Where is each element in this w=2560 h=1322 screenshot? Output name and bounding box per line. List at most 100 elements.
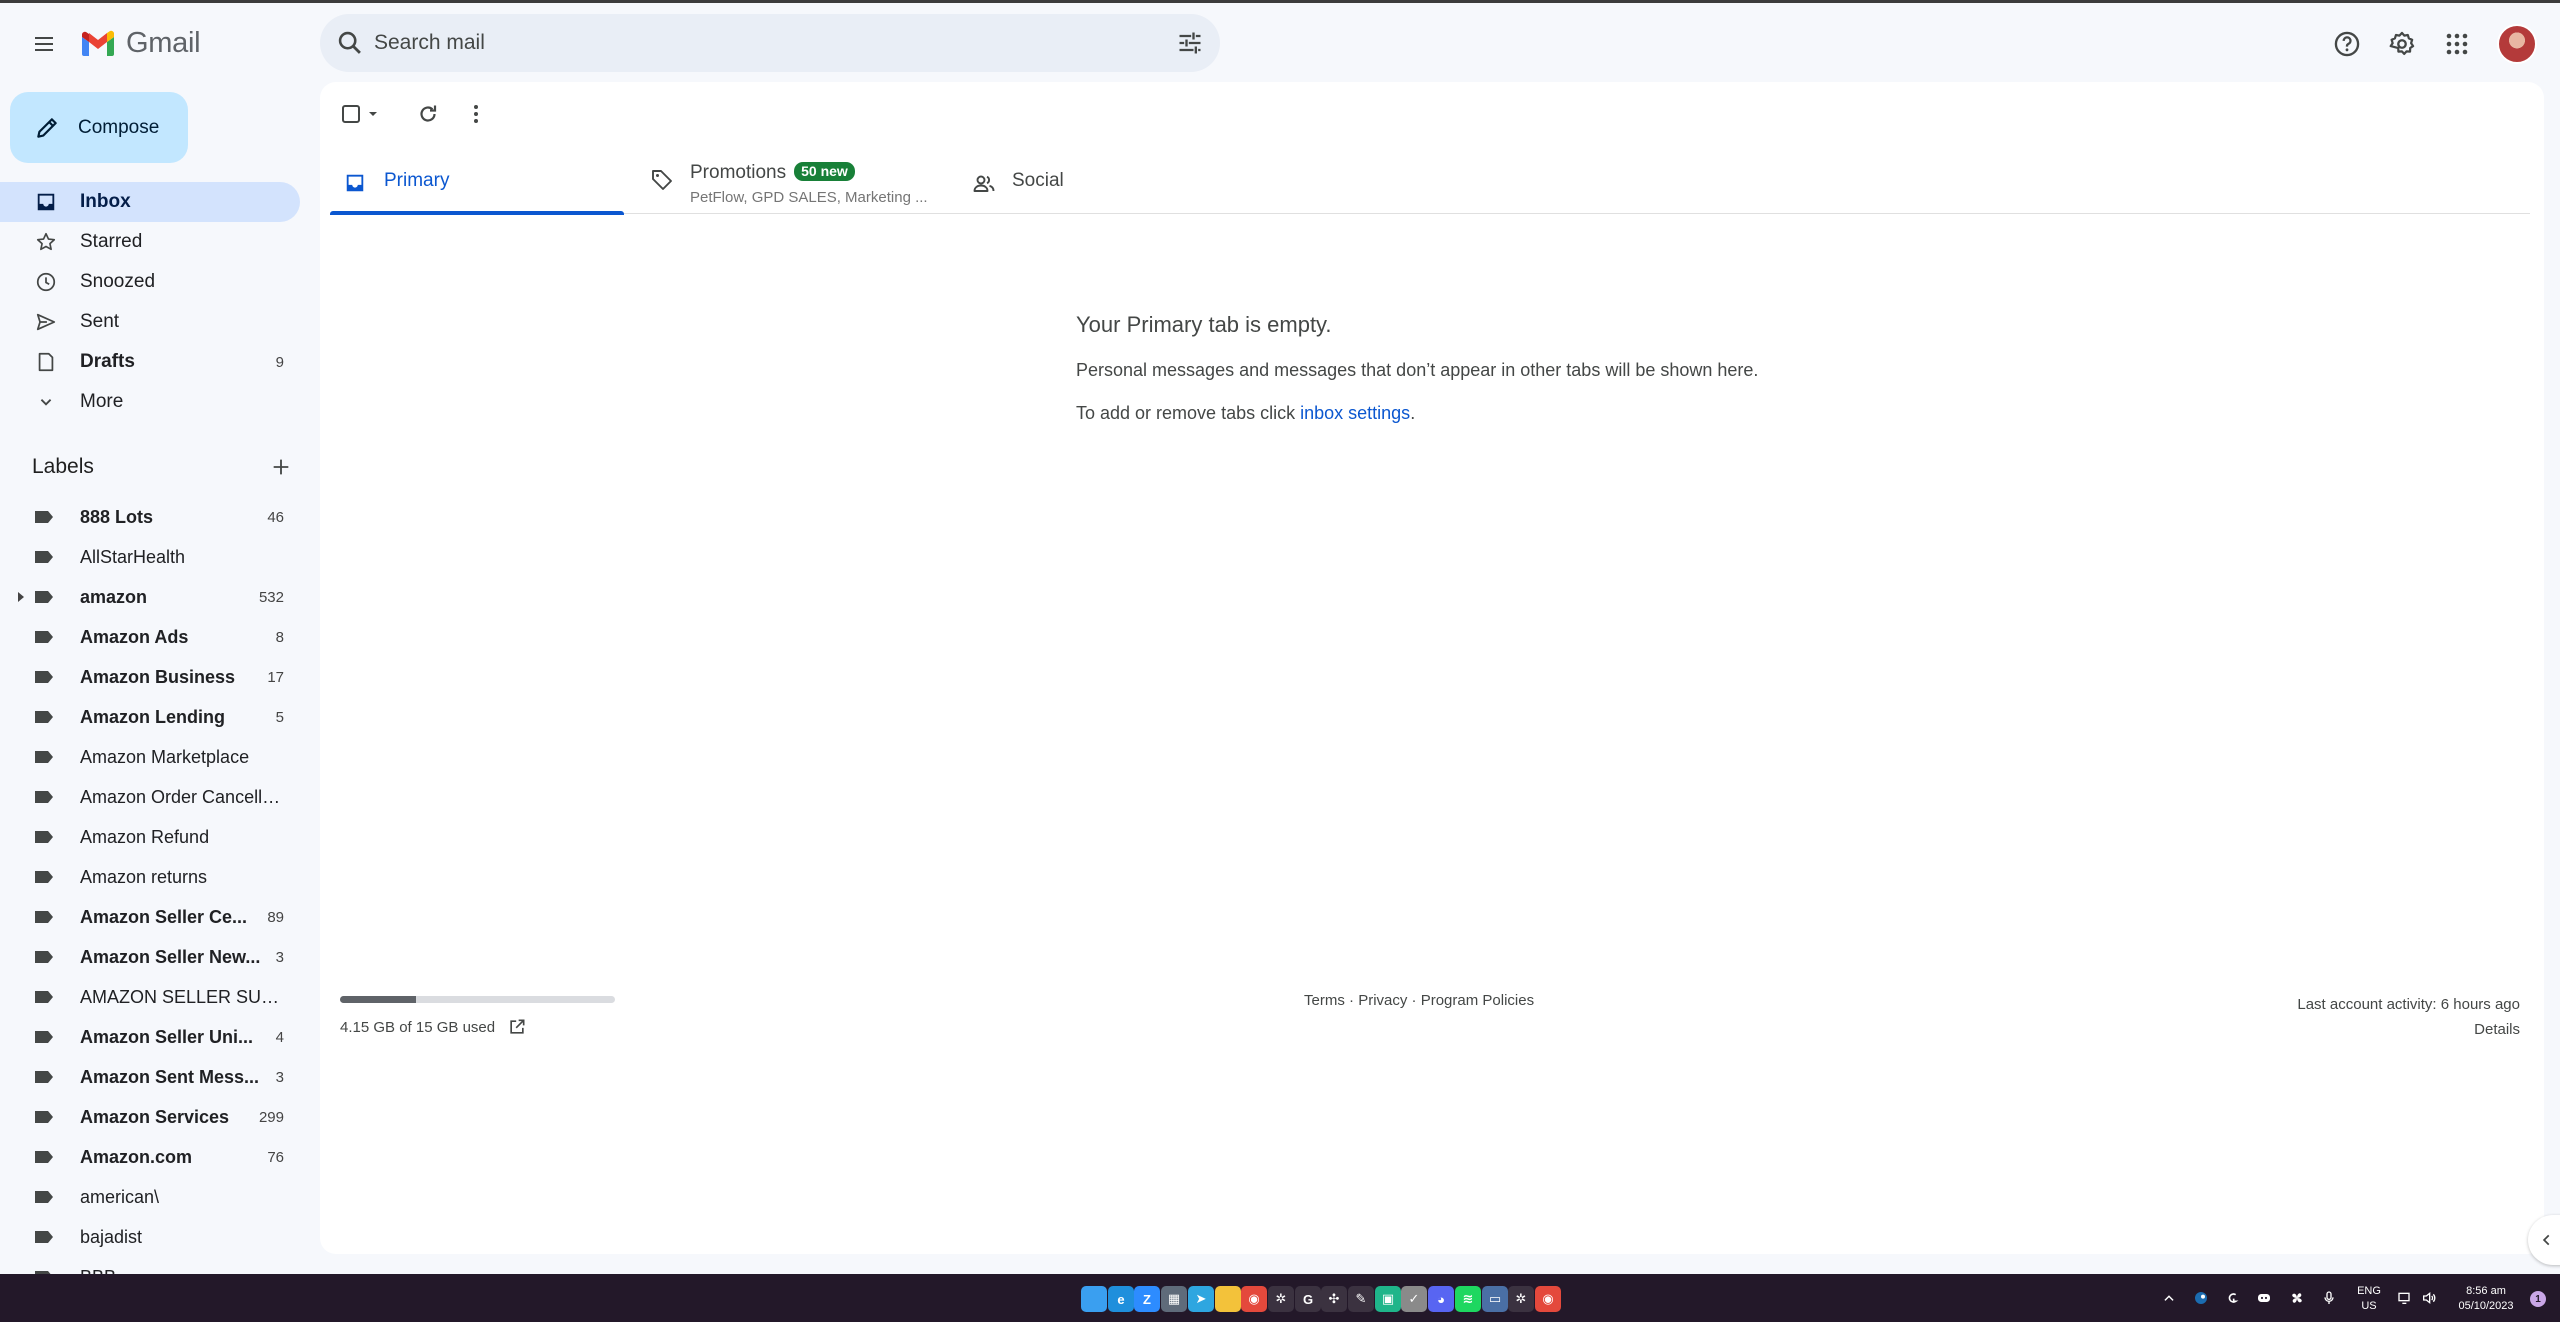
clock[interactable]: 8:56 am 05/10/2023 [2446, 1284, 2526, 1314]
fan-tray-icon[interactable] [2288, 1289, 2306, 1307]
pencil-icon [37, 117, 57, 138]
label-name: 888 Lots [80, 506, 154, 527]
more-options-button[interactable] [464, 102, 488, 126]
green-app-icon[interactable]: ▣ [1375, 1286, 1401, 1312]
gmail-logo[interactable]: Gmail [80, 26, 201, 60]
expand-caret-icon[interactable] [18, 592, 24, 602]
label-item[interactable]: Amazon Seller Ce... 89 [0, 897, 300, 937]
label-item[interactable]: Amazon Sent Mess... 3 [0, 1057, 300, 1097]
calculator-icon[interactable]: ▦ [1161, 1286, 1187, 1312]
edge-icon[interactable]: e [1108, 1286, 1134, 1312]
label-item[interactable]: AMAZON SELLER SUPP... [0, 977, 300, 1017]
compose-button[interactable]: Compose [10, 92, 188, 163]
label-item[interactable]: Amazon Order Cancella... [0, 777, 300, 817]
hint-suffix: . [1410, 403, 1416, 423]
add-label-icon[interactable] [270, 456, 292, 478]
tab-social[interactable]: Social [970, 152, 1270, 214]
account-avatar[interactable] [2497, 24, 2537, 64]
google-apps-button[interactable] [2437, 24, 2477, 64]
nav-starred[interactable]: Starred [0, 222, 300, 262]
windows-start-icon[interactable] [1081, 1286, 1107, 1312]
labels-header: Labels [32, 455, 292, 479]
inbox-icon [346, 174, 364, 192]
nav-inbox[interactable]: Inbox [0, 182, 300, 222]
label-tag-icon [35, 951, 53, 963]
search-input[interactable] [374, 14, 1154, 72]
label-item[interactable]: Amazon Seller New... 3 [0, 937, 300, 977]
checkbox-app-icon[interactable]: ✓ [1401, 1286, 1427, 1312]
discord-icon[interactable]: ◕ [1428, 1286, 1454, 1312]
spotify-icon[interactable]: ≋ [1455, 1286, 1481, 1312]
send-icon [34, 310, 58, 334]
label-item[interactable]: AllStarHealth [0, 537, 300, 577]
support-button[interactable] [2327, 24, 2367, 64]
label-tag-icon [35, 991, 53, 1003]
open-in-new-icon[interactable] [507, 1017, 527, 1037]
fan-app-icon[interactable]: ✣ [1321, 1286, 1347, 1312]
empty-title: Your Primary tab is empty. [1076, 312, 1332, 337]
nav-drafts[interactable]: Drafts 9 [0, 342, 300, 382]
language-indicator[interactable]: ENG US [2354, 1284, 2384, 1314]
nav-sent[interactable]: Sent [0, 302, 300, 342]
steam-tray-icon[interactable] [2192, 1289, 2210, 1307]
file-explorer-icon[interactable] [1215, 1286, 1241, 1312]
app-title: Gmail [126, 26, 201, 59]
discord-tray-icon[interactable] [2255, 1289, 2273, 1307]
search-icon[interactable] [336, 29, 364, 57]
label-item[interactable]: Amazon Marketplace [0, 737, 300, 777]
label-item[interactable]: Amazon Business 17 [0, 657, 300, 697]
telegram-icon[interactable]: ➤ [1188, 1286, 1214, 1312]
chrome-profile-icon[interactable]: ◉ [1535, 1286, 1561, 1312]
chrome-icon[interactable]: ◉ [1241, 1286, 1267, 1312]
zoom-icon[interactable]: Z [1134, 1286, 1160, 1312]
tab-primary[interactable]: Primary [330, 152, 624, 215]
windows-taskbar: e Z ▦ ➤ ◉ ✲ G ✣ ✎ ▣ ✓ ◕ ≋ ▭ ✲ ◉ ENG US 8:56 am 05/10/2023… [0, 1274, 2560, 1322]
label-name: Amazon Lending [80, 706, 225, 727]
settings-app-icon[interactable]: ✲ [1268, 1286, 1294, 1312]
tray-overflow-icon[interactable] [2160, 1289, 2178, 1307]
microphone-tray-icon[interactable] [2320, 1289, 2338, 1307]
label-item[interactable]: american\ [0, 1177, 300, 1217]
terms-link[interactable]: Terms [1304, 992, 1345, 1009]
label-item[interactable]: Amazon Seller Uni... 4 [0, 1017, 300, 1057]
clock-date: 05/10/2023 [2458, 1300, 2514, 1312]
label-item[interactable]: Amazon Refund [0, 817, 300, 857]
select-checkbox[interactable] [340, 102, 384, 126]
label-name: Amazon Ads [80, 626, 189, 647]
notification-badge[interactable]: 1 [2530, 1291, 2546, 1307]
tab-promotions[interactable]: Promotions 50 new PetFlow, GPD SALES, Mar… [642, 152, 952, 214]
label-item[interactable]: bajadist [0, 1217, 300, 1257]
label-item[interactable]: Amazon Ads 8 [0, 617, 300, 657]
steelseries-icon[interactable]: ✲ [1508, 1286, 1534, 1312]
label-tag-icon [35, 551, 53, 563]
promotions-label: Promotions [690, 162, 787, 183]
label-item[interactable]: 888 Lots 46 [0, 497, 300, 537]
nav-more[interactable]: More [0, 382, 300, 422]
label-item[interactable]: Amazon.com 76 [0, 1137, 300, 1177]
details-link[interactable]: Details [2297, 1017, 2520, 1042]
quill-icon[interactable]: ✎ [1348, 1286, 1374, 1312]
inbox-settings-link[interactable]: inbox settings [1300, 403, 1410, 423]
label-count: 17 [267, 668, 284, 686]
program-policies-link[interactable]: Program Policies [1421, 992, 1534, 1009]
label-tag-icon [35, 911, 53, 923]
settings-button[interactable] [2382, 24, 2422, 64]
label-name: Amazon Marketplace [80, 746, 250, 767]
inbox-icon [34, 190, 58, 214]
logitech-tray-icon[interactable] [2224, 1289, 2242, 1307]
label-item[interactable]: Amazon returns [0, 857, 300, 897]
label-name: Amazon Sent Mess... [80, 1066, 260, 1087]
nav-snoozed[interactable]: Snoozed [0, 262, 300, 302]
privacy-link[interactable]: Privacy [1358, 992, 1407, 1009]
search-options-icon[interactable] [1176, 29, 1204, 57]
network-icon[interactable] [2396, 1289, 2414, 1307]
label-item[interactable]: amazon 532 [0, 577, 300, 617]
volume-icon[interactable] [2420, 1289, 2438, 1307]
remote-desktop-icon[interactable]: ▭ [1482, 1286, 1508, 1312]
main-menu-button[interactable] [26, 26, 62, 62]
label-item[interactable]: Amazon Lending 5 [0, 697, 300, 737]
logitech-icon[interactable]: G [1295, 1286, 1321, 1312]
refresh-button[interactable] [416, 102, 440, 126]
empty-state: Your Primary tab is empty. Personal mess… [1076, 312, 1758, 424]
label-item[interactable]: Amazon Services 299 [0, 1097, 300, 1137]
